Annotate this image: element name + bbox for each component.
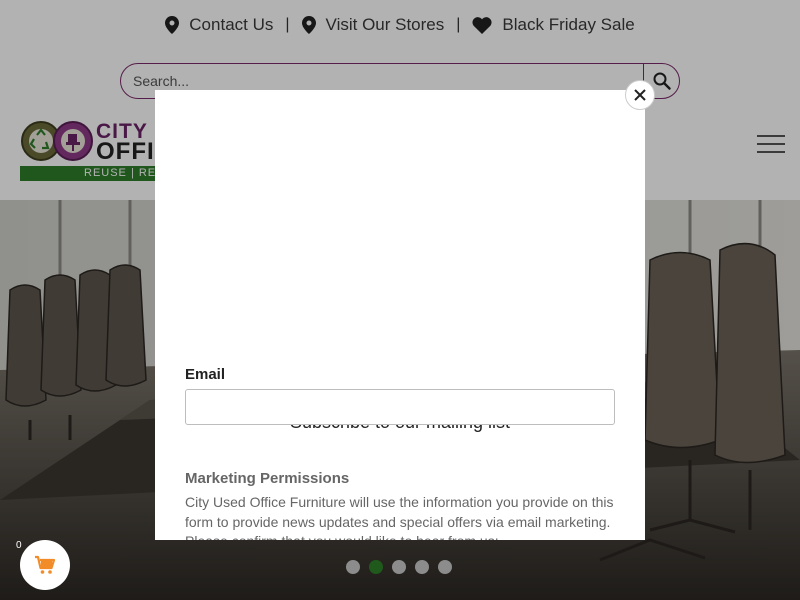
marketing-permissions-text: City Used Office Furniture will use the … (185, 494, 614, 540)
cart-button[interactable] (20, 540, 70, 590)
cart-icon (35, 555, 56, 574)
email-field[interactable] (185, 389, 615, 425)
slider-dot[interactable] (415, 560, 429, 574)
close-icon (634, 89, 646, 101)
subscribe-modal: Subscribe to our mailing list Email Mark… (155, 90, 645, 540)
close-modal-button[interactable] (625, 80, 655, 110)
cart-count: 0 (16, 540, 22, 551)
slider-pagination (346, 560, 452, 574)
marketing-permissions-title: Marketing Permissions (185, 470, 350, 487)
email-label: Email (185, 366, 226, 383)
slider-dot[interactable] (438, 560, 452, 574)
slider-dot[interactable] (392, 560, 406, 574)
slider-dot[interactable] (346, 560, 360, 574)
slider-dot[interactable] (369, 560, 383, 574)
